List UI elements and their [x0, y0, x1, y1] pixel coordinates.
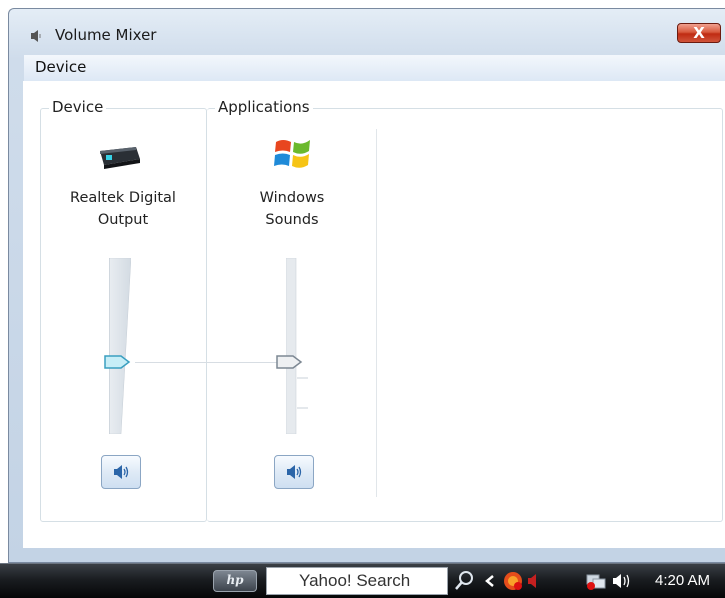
desktop-background: [0, 0, 725, 8]
search-icon[interactable]: [454, 570, 474, 594]
menu-item-device[interactable]: Device: [35, 58, 86, 76]
column-separator: [376, 129, 377, 497]
muted-speaker-icon[interactable]: [526, 572, 544, 590]
speaker-icon: [114, 465, 129, 479]
app-name-line1: Windows: [259, 190, 325, 206]
tray-expand-chevron-icon[interactable]: [484, 574, 496, 588]
windows-sounds-volume-slider[interactable]: [286, 258, 308, 434]
mixer-content: Device Applications Realtek Digital Outp…: [23, 81, 725, 548]
device-name-line1: Realtek Digital: [70, 190, 176, 206]
window-title: Volume Mixer: [55, 26, 157, 44]
volume-tray-icon[interactable]: [612, 572, 634, 590]
windows-logo-icon: [274, 140, 310, 168]
security-alert-icon[interactable]: [502, 570, 524, 592]
device-volume-thumb[interactable]: [103, 354, 131, 370]
speaker-icon: [31, 30, 41, 42]
digital-output-device-icon: [100, 147, 140, 169]
applications-group-label: Applications: [215, 98, 313, 116]
device-group-label: Device: [49, 98, 107, 116]
network-status-icon[interactable]: [585, 571, 607, 591]
speaker-icon: [287, 465, 302, 479]
start-button[interactable]: hp: [213, 570, 257, 592]
hp-logo-icon: hp: [226, 573, 244, 587]
device-volume-slider[interactable]: [109, 258, 131, 434]
search-text: Yahoo! Search: [299, 571, 411, 590]
app-name-line2: Sounds: [265, 212, 319, 228]
windows-sounds-volume-thumb[interactable]: [275, 354, 303, 370]
close-button[interactable]: X: [677, 23, 721, 43]
title-bar[interactable]: Volume Mixer X: [9, 9, 725, 53]
windows-sounds-mute-button[interactable]: [274, 455, 314, 489]
taskbar: hp Yahoo! Search 4:20 AM: [0, 563, 725, 598]
device-mute-button[interactable]: [101, 455, 141, 489]
device-name: Realtek Digital Output: [63, 187, 183, 231]
app-name-windows-sounds: Windows Sounds: [232, 187, 352, 231]
menu-bar: Device: [24, 55, 725, 82]
clock[interactable]: 4:20 AM: [655, 572, 710, 589]
search-input[interactable]: Yahoo! Search: [266, 567, 448, 595]
device-name-line2: Output: [97, 212, 149, 228]
close-icon: X: [693, 24, 705, 42]
volume-link-line: [135, 362, 295, 363]
